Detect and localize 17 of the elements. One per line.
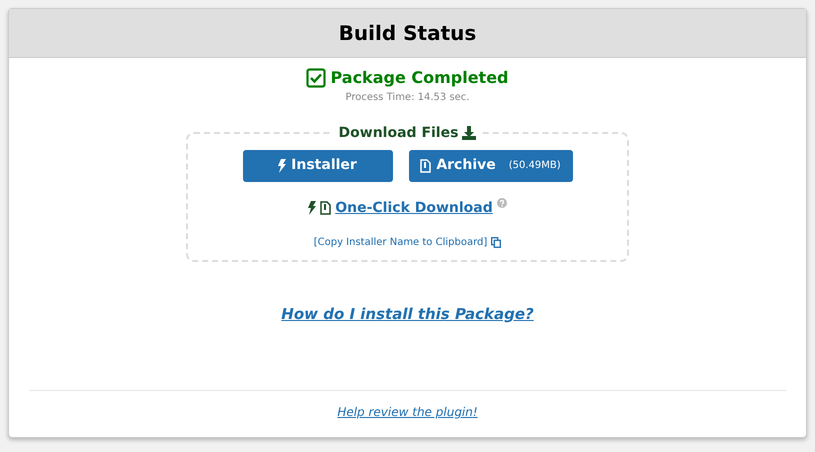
zip-file-icon [320, 201, 332, 216]
review-plugin-link[interactable]: Help review the plugin! [337, 405, 478, 419]
one-click-download-link[interactable]: One-Click Download [335, 198, 493, 219]
bolt-icon [308, 201, 316, 216]
download-legend: Download Files [338, 125, 458, 142]
zip-file-icon [420, 158, 432, 173]
process-time: Process Time: 14.53 sec. [346, 91, 470, 105]
copy-icon[interactable] [491, 236, 502, 248]
install-help-link[interactable]: How do I install this Package? [281, 304, 534, 323]
download-icon [462, 126, 476, 140]
panel-title: Build Status [9, 9, 806, 58]
status-heading: Package Completed [330, 67, 509, 89]
checkbox-icon [306, 68, 326, 88]
installer-button[interactable]: Installer [242, 150, 392, 182]
copy-installer-name-link[interactable]: [Copy Installer Name to Clipboard] [314, 234, 488, 250]
bolt-icon [278, 158, 286, 173]
archive-button[interactable]: Archive (50.49MB) [408, 150, 572, 182]
